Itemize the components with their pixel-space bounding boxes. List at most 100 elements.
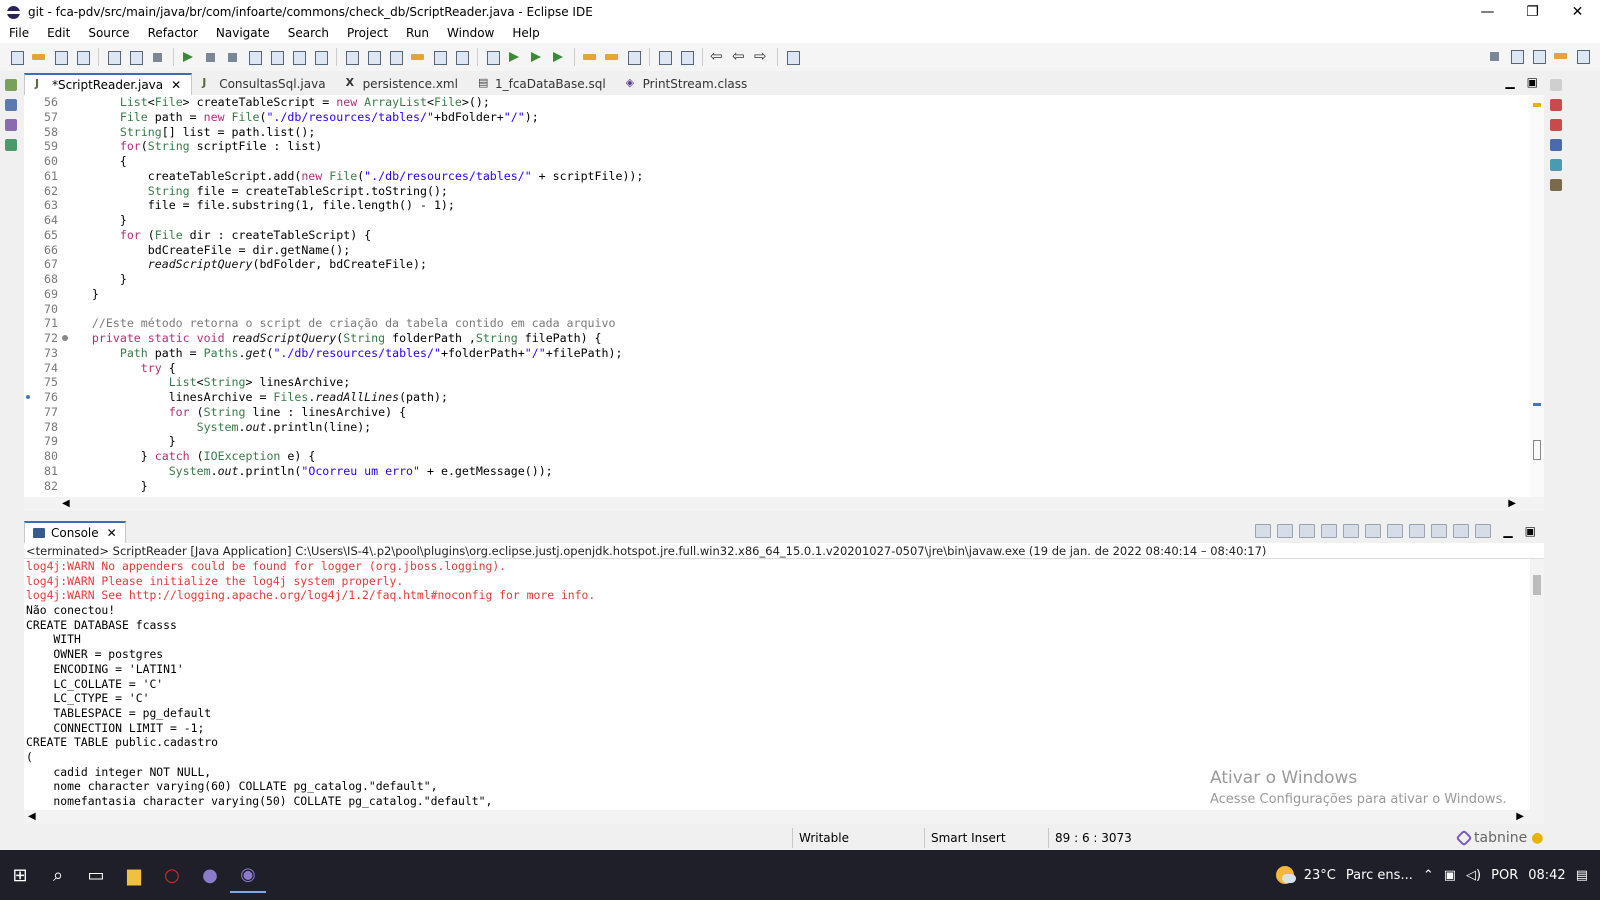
next-annotation-icon[interactable] <box>656 49 674 65</box>
scroll-right-icon[interactable]: ▶ <box>1508 497 1516 511</box>
debug-icon[interactable] <box>484 49 502 65</box>
menu-run[interactable]: Run <box>397 23 438 43</box>
notifications-icon[interactable]: ▤ <box>1576 868 1588 883</box>
save-icon[interactable] <box>52 49 70 65</box>
code-line[interactable]: System.out.println(line); <box>64 420 1518 435</box>
opera-icon[interactable]: ○ <box>154 857 190 893</box>
toggle-mark-icon[interactable] <box>387 49 405 65</box>
tab-console[interactable]: Console ✕ <box>24 521 126 543</box>
scroll-lock-icon[interactable] <box>1343 524 1360 538</box>
git-repositories-icon[interactable] <box>5 139 17 151</box>
save-all-icon[interactable] <box>74 49 92 65</box>
skip-breakpoints-icon[interactable] <box>149 49 167 65</box>
terminal-icon[interactable] <box>105 49 123 65</box>
menu-refactor[interactable]: Refactor <box>139 23 207 43</box>
minimize-button[interactable]: — <box>1465 0 1510 23</box>
outline-icon[interactable] <box>5 99 17 111</box>
forward-icon[interactable] <box>753 47 771 65</box>
hierarchy-icon[interactable] <box>5 119 17 131</box>
code-line[interactable]: } <box>64 479 1518 494</box>
code-line[interactable]: bdCreateFile = dir.getName(); <box>64 243 1518 258</box>
scroll-right-icon[interactable]: ▶ <box>1516 810 1524 824</box>
volume-icon[interactable]: ◁) <box>1466 868 1481 883</box>
menu-navigate[interactable]: Navigate <box>207 23 279 43</box>
code-line[interactable]: } <box>64 434 1518 449</box>
tasks-icon[interactable] <box>1550 179 1562 191</box>
pin-console-icon[interactable] <box>1431 524 1448 538</box>
coverage-icon[interactable] <box>528 49 546 65</box>
code-line[interactable]: } <box>64 287 1518 302</box>
menu-file[interactable]: File <box>0 23 38 43</box>
code-line[interactable]: List<File> createTableScript = new Array… <box>64 95 1518 110</box>
code-line[interactable]: } <box>64 272 1518 287</box>
terminate-icon[interactable] <box>1255 524 1272 538</box>
show-whitespace-icon[interactable] <box>431 49 449 65</box>
open-perspective-icon[interactable] <box>1508 48 1526 64</box>
step-over-icon[interactable] <box>290 49 308 65</box>
code-line[interactable]: } <box>64 213 1518 228</box>
status-cursor-position[interactable]: 89 : 6 : 3073 <box>1048 828 1168 848</box>
tab-scriptreader[interactable]: *ScriptReader.java ✕ <box>24 73 193 95</box>
code-line[interactable]: private static void readScriptQuery(Stri… <box>64 331 1518 346</box>
temperature[interactable]: 23°C <box>1304 868 1336 883</box>
code-area[interactable]: List<File> createTableScript = new Array… <box>64 95 1518 493</box>
network-icon[interactable]: ▣ <box>1444 868 1456 883</box>
code-line[interactable] <box>64 302 1518 317</box>
javadoc-icon[interactable] <box>1550 119 1562 131</box>
debug-perspective-icon[interactable] <box>1574 48 1592 64</box>
minimize-pane-icon[interactable]: ▁ <box>1505 75 1514 89</box>
code-line[interactable]: { <box>64 154 1518 169</box>
external-tools-icon[interactable] <box>550 49 568 65</box>
pilcrow-icon[interactable] <box>453 49 471 65</box>
toggle-word-wrap-icon[interactable] <box>365 49 383 65</box>
menu-edit[interactable]: Edit <box>38 23 79 43</box>
open-task-icon[interactable] <box>603 49 621 65</box>
close-button[interactable]: ✕ <box>1555 0 1600 23</box>
declaration-icon[interactable] <box>1550 139 1562 151</box>
code-line[interactable]: Path path = Paths.get("./db/resources/ta… <box>64 346 1518 361</box>
weather-text[interactable]: Parc ens... <box>1346 868 1413 883</box>
tab-printstream-class[interactable]: PrintStream.class <box>616 73 758 95</box>
code-line[interactable]: linesArchive = Files.readAllLines(path); <box>64 390 1518 405</box>
code-line[interactable]: String file = createTableScript.toString… <box>64 184 1518 199</box>
close-console-icon[interactable]: ✕ <box>107 526 117 540</box>
package-explorer-icon[interactable] <box>5 79 17 91</box>
task-view-icon[interactable]: ▭ <box>78 857 114 893</box>
overview-ruler[interactable] <box>1530 95 1544 497</box>
pin-editor-icon[interactable] <box>784 49 802 65</box>
occurrence-marker[interactable] <box>1533 403 1541 406</box>
chevron-up-icon[interactable]: ⌃ <box>1423 868 1434 883</box>
language-indicator[interactable]: POR <box>1491 868 1518 883</box>
search-tool-icon[interactable] <box>625 49 643 65</box>
maximize-button[interactable]: ❐ <box>1510 0 1555 23</box>
code-line[interactable]: List<String> linesArchive; <box>64 375 1518 390</box>
lightbulb-icon[interactable]: ● <box>1531 830 1543 846</box>
menu-help[interactable]: Help <box>503 23 548 43</box>
step-return-icon[interactable] <box>312 49 330 65</box>
maximize-pane-icon[interactable]: ▣ <box>1527 75 1538 89</box>
eclipse-ide-taskbar-icon[interactable]: ◉ <box>230 857 266 893</box>
code-line[interactable]: File path = new File("./db/resources/tab… <box>64 110 1518 125</box>
code-editor[interactable]: 56 57 58 59 60 61 62 63 64 65 66 67 68 69 70 71 72 73 74 75… <box>24 95 1544 497</box>
tabnine-status[interactable]: tabnine ● <box>1455 829 1543 847</box>
step-into-icon[interactable] <box>268 49 286 65</box>
new-icon[interactable] <box>8 49 26 65</box>
console-icon[interactable] <box>127 49 145 65</box>
scroll-thumb[interactable] <box>1533 575 1541 595</box>
console-vertical-scrollbar[interactable] <box>1530 559 1544 810</box>
restore-icon[interactable] <box>1550 79 1562 91</box>
code-line[interactable]: readScriptQuery(bdFolder, bdCreateFile); <box>64 257 1518 272</box>
terminate-icon[interactable] <box>224 49 242 65</box>
display-console-icon[interactable] <box>1453 524 1470 538</box>
code-line[interactable]: for (String line : linesArchive) { <box>64 405 1518 420</box>
remove-all-terminated-icon[interactable] <box>1299 524 1316 538</box>
warning-marker[interactable] <box>1533 103 1541 107</box>
last-edit-icon[interactable] <box>709 47 727 65</box>
search-icon[interactable]: ⌕ <box>40 857 76 893</box>
menu-source[interactable]: Source <box>79 23 138 43</box>
clock[interactable]: 08:42 <box>1528 868 1565 883</box>
close-tab-icon[interactable]: ✕ <box>171 78 181 92</box>
remove-launch-icon[interactable] <box>1277 524 1294 538</box>
open-type-icon[interactable] <box>581 49 599 65</box>
tab-fcadatabase-sql[interactable]: 1_fcaDataBase.sql <box>468 73 616 95</box>
